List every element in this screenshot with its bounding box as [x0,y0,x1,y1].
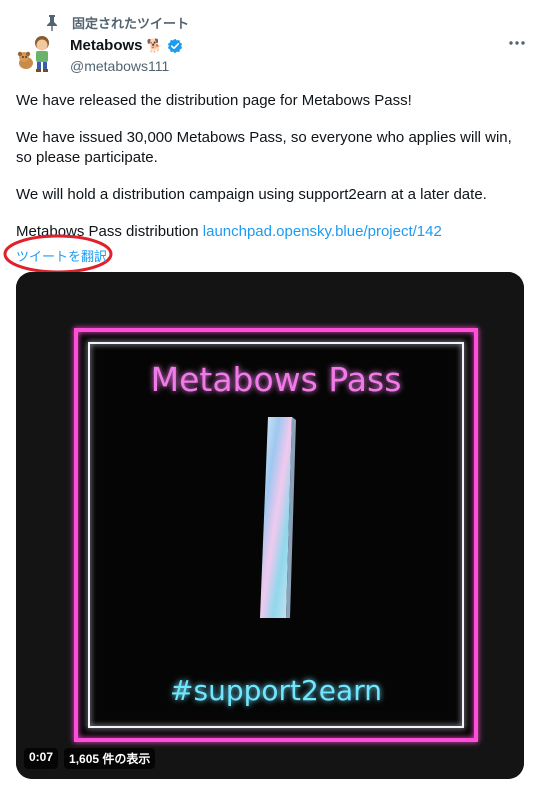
video-frame: Metabows Pass #support2earn [16,272,524,779]
tweet-paragraph-2: We have issued 30,000 Metabows Pass, so … [16,129,512,166]
video-title: Metabows Pass [151,360,402,399]
tweet-paragraph-3: We will hold a distribution campaign usi… [16,186,487,203]
pinned-label: 固定されたツイート [72,16,190,31]
avatar[interactable] [16,33,58,75]
video-meta: 0:07 1,605 件の表示 [24,748,156,769]
more-options-icon[interactable] [508,38,526,48]
tweet-card[interactable]: 固定されたツイート Metabows 🐕 @metabows111 We hav… [0,0,542,787]
pin-icon [47,14,57,31]
video-duration: 0:07 [24,748,59,769]
video-hashtag: #support2earn [170,674,382,707]
pinned-indicator: 固定されたツイート [46,13,189,32]
author-block: Metabows 🐕 @metabows111 [70,36,183,74]
translate-tweet-link[interactable]: ツイートを翻訳 [16,246,107,265]
video-player[interactable]: Metabows Pass #support2earn 0:07 1,605 件… [16,272,524,779]
video-view-count: 1,605 件の表示 [64,748,156,769]
tweet-paragraph-1: We have released the distribution page f… [16,92,412,109]
dog-emoji-icon: 🐕 [146,38,163,53]
distribution-link[interactable]: launchpad.opensky.blue/project/142 [203,223,442,240]
verified-badge-icon [167,38,182,53]
author-handle[interactable]: @metabows111 [70,58,183,74]
author-name[interactable]: Metabows [70,37,143,54]
